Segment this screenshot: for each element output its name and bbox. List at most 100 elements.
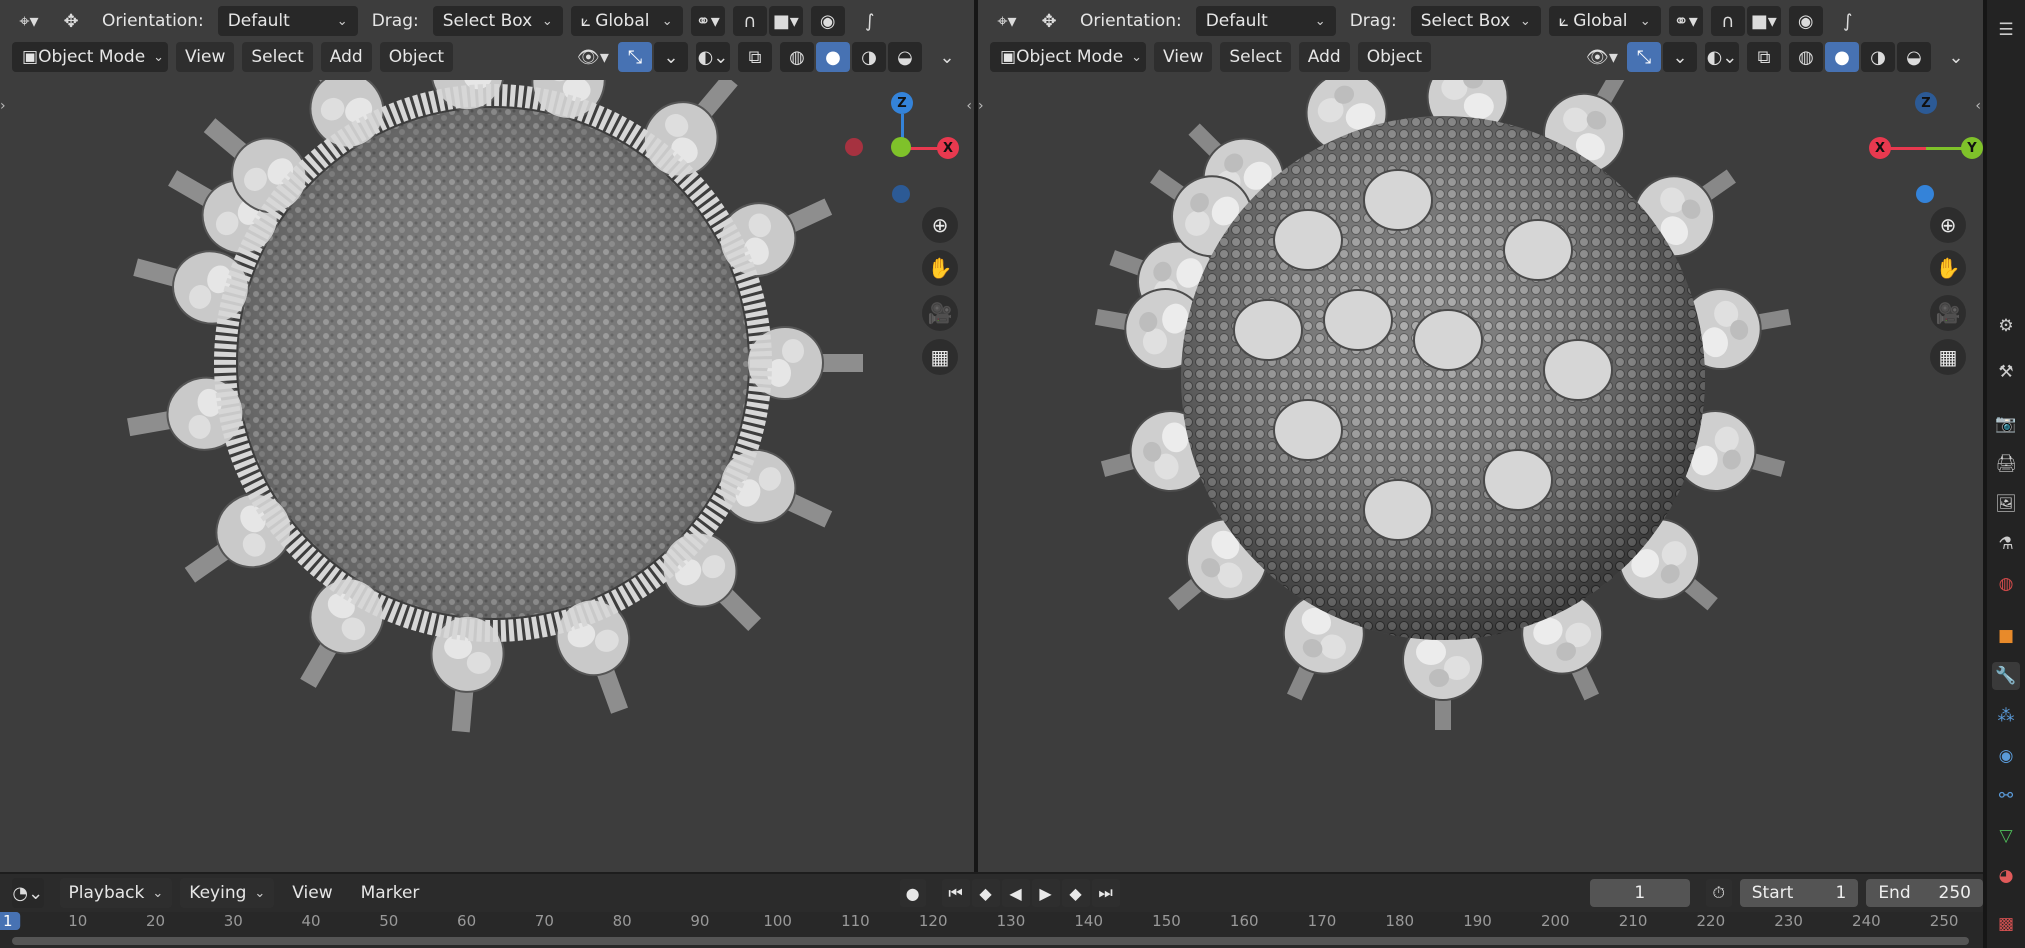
outliner-icon[interactable]: ☰ — [1992, 16, 2020, 44]
chevron-down-icon[interactable]: ⌄ — [654, 42, 688, 72]
rendered-shading-icon[interactable]: ◒ — [1897, 42, 1931, 72]
jump-start-icon[interactable]: ⏮ — [941, 879, 970, 907]
wireframe-shading-icon[interactable]: ◍ — [780, 42, 814, 72]
visibility-eye-icon[interactable]: 👁▾ — [576, 42, 610, 72]
next-keyframe-icon[interactable]: ◆ — [1061, 879, 1090, 907]
menu-view[interactable]: View — [176, 42, 235, 72]
orientation-dropdown[interactable]: Default ⌄ — [217, 6, 358, 36]
orientation-label: Orientation: — [102, 11, 204, 31]
menu-keying[interactable]: Keying ⌄ — [180, 878, 275, 908]
rendered-shading-icon[interactable]: ◒ — [888, 42, 922, 72]
physics-icon[interactable]: ◉ — [1992, 742, 2020, 770]
particles-icon[interactable]: ⁂ — [1992, 702, 2020, 730]
menu-object[interactable]: Object — [379, 42, 454, 72]
material-shading-icon[interactable]: ◑ — [852, 42, 886, 72]
render-icon[interactable]: 📷 — [1992, 410, 2020, 438]
pivot-link-icon[interactable]: ⚭▾ — [690, 6, 725, 36]
move-gizmo-icon[interactable]: ✥ — [54, 6, 88, 36]
data-icon[interactable]: ▽ — [1992, 822, 2020, 850]
mode-dropdown[interactable]: ▣ Object Mode ⌄ — [990, 42, 1146, 72]
timeline-header: ◔⌄ Playback ⌄ Keying ⌄ View Marker ● ⏮ ◆ ◀… — [0, 874, 1983, 912]
snap-target-icon[interactable]: ■▾ — [768, 6, 803, 36]
orientation-dropdown[interactable]: Default ⌄ — [1195, 6, 1336, 36]
world-icon[interactable]: ◍ — [1992, 570, 2020, 598]
overlays-icon[interactable]: ◐⌄ — [1705, 42, 1739, 72]
solid-shading-icon[interactable]: ● — [1825, 42, 1859, 72]
ruler-tick-label: 1 — [0, 912, 21, 930]
move-gizmo-icon[interactable]: ✥ — [1032, 6, 1066, 36]
chevron-down-icon[interactable]: ⌄ — [930, 42, 964, 72]
chevron-down-icon[interactable]: ⌄ — [1939, 42, 1973, 72]
ruler-tick-label: 60 — [457, 912, 477, 930]
overlays-icon[interactable]: ◐⌄ — [696, 42, 730, 72]
timeline-scrollbar[interactable] — [12, 937, 1969, 945]
xray-toggle-icon[interactable]: ⧉ — [1747, 42, 1781, 72]
gizmo-toggle-icon[interactable]: ⤡ — [618, 42, 652, 72]
menu-playback[interactable]: Playback ⌄ — [59, 878, 173, 908]
transform-tool-icon[interactable]: ⌖▾ — [12, 6, 46, 36]
ruler-tick-label: 180 — [1385, 912, 1415, 930]
wireframe-shading-icon[interactable]: ◍ — [1789, 42, 1823, 72]
wrench-tool-icon[interactable]: ⚒ — [1992, 358, 2020, 386]
playback-label: Playback — [68, 883, 145, 903]
jump-end-icon[interactable]: ⏭ — [1091, 879, 1120, 907]
object-icon[interactable]: ■ — [1992, 622, 2020, 650]
visibility-eye-icon[interactable]: 👁▾ — [1585, 42, 1619, 72]
drag-dropdown[interactable]: Select Box ⌄ — [1410, 6, 1541, 36]
menu-add[interactable]: Add — [320, 42, 372, 72]
prev-keyframe-icon[interactable]: ◆ — [971, 879, 1000, 907]
chevron-down-icon: ⌄ — [1314, 13, 1326, 29]
transform-space-dropdown[interactable]: ⟀ Global ⌄ — [1548, 6, 1661, 36]
viewport-left[interactable]: ⌖▾ ✥ Orientation: Default ⌄ Drag: Select … — [0, 0, 974, 872]
virus-model-exterior[interactable] — [978, 80, 1983, 872]
material-shading-icon[interactable]: ◑ — [1861, 42, 1895, 72]
viewport-right[interactable]: ⌖▾ ✥ Orientation: Default ⌄ Drag: Select … — [978, 0, 1983, 872]
falloff-curve-icon[interactable]: ∫ — [853, 6, 887, 36]
snap-target-icon[interactable]: ■▾ — [1746, 6, 1781, 36]
chevron-down-icon: ⌄ — [661, 13, 673, 29]
output-icon[interactable]: 🖨 — [1992, 450, 2020, 478]
editor-type-clock-icon[interactable]: ◔⌄ — [12, 878, 44, 908]
solid-shading-icon[interactable]: ● — [816, 42, 850, 72]
transform-tool-icon[interactable]: ⌖▾ — [990, 6, 1024, 36]
ruler-tick-label: 240 — [1852, 912, 1881, 930]
material-icon[interactable]: ◕ — [1992, 862, 2020, 890]
chevron-down-icon[interactable]: ⌄ — [1663, 42, 1697, 72]
drag-dropdown[interactable]: Select Box ⌄ — [432, 6, 563, 36]
snap-magnet-icon[interactable]: ∩ — [1710, 6, 1745, 36]
snap-magnet-icon[interactable]: ∩ — [732, 6, 767, 36]
menu-add[interactable]: Add — [1298, 42, 1350, 72]
view-layer-icon[interactable]: 🖼 — [1992, 490, 2020, 518]
record-icon[interactable]: ● — [899, 879, 926, 907]
modifier-icon[interactable]: 🔧 — [1992, 662, 2020, 690]
area-divider[interactable] — [974, 0, 978, 872]
tool-icon[interactable]: ⚙ — [1992, 312, 2020, 340]
proportional-edit-icon[interactable]: ◉ — [1788, 6, 1823, 36]
menu-object[interactable]: Object — [1357, 42, 1432, 72]
virus-model-cross-section[interactable] — [0, 80, 974, 872]
proportional-edit-icon[interactable]: ◉ — [810, 6, 845, 36]
menu-marker[interactable]: Marker — [351, 878, 430, 908]
transform-space-dropdown[interactable]: ⟀ Global ⌄ — [570, 6, 683, 36]
menu-select[interactable]: Select — [1220, 42, 1291, 72]
menu-view[interactable]: View — [1154, 42, 1213, 72]
surface-spike — [1413, 309, 1483, 371]
menu-select[interactable]: Select — [242, 42, 313, 72]
xray-toggle-icon[interactable]: ⧉ — [738, 42, 772, 72]
ruler-tick-label: 200 — [1540, 912, 1570, 930]
end-frame-field[interactable]: End 250 — [1866, 879, 1983, 907]
play-reverse-icon[interactable]: ◀ — [1001, 879, 1030, 907]
scene-icon[interactable]: ⚗ — [1992, 530, 2020, 558]
play-icon[interactable]: ▶ — [1031, 879, 1060, 907]
constraints-icon[interactable]: ⚯ — [1992, 782, 2020, 810]
start-frame-field[interactable]: Start 1 — [1739, 879, 1859, 907]
mode-dropdown[interactable]: ▣ Object Mode ⌄ — [12, 42, 168, 72]
gizmo-toggle-icon[interactable]: ⤡ — [1627, 42, 1661, 72]
texture-icon[interactable]: ▩ — [1992, 910, 2020, 938]
falloff-curve-icon[interactable]: ∫ — [1831, 6, 1865, 36]
timeline-ruler[interactable]: 1 10 20 30 40 50 60 70 80 90 100 110 120 130 140 150 160… — [0, 912, 1983, 948]
stopwatch-icon[interactable]: ⏱ — [1705, 879, 1732, 907]
menu-view[interactable]: View — [282, 878, 342, 908]
current-frame-field[interactable]: 1 — [1589, 879, 1690, 907]
pivot-link-icon[interactable]: ⚭▾ — [1668, 6, 1703, 36]
